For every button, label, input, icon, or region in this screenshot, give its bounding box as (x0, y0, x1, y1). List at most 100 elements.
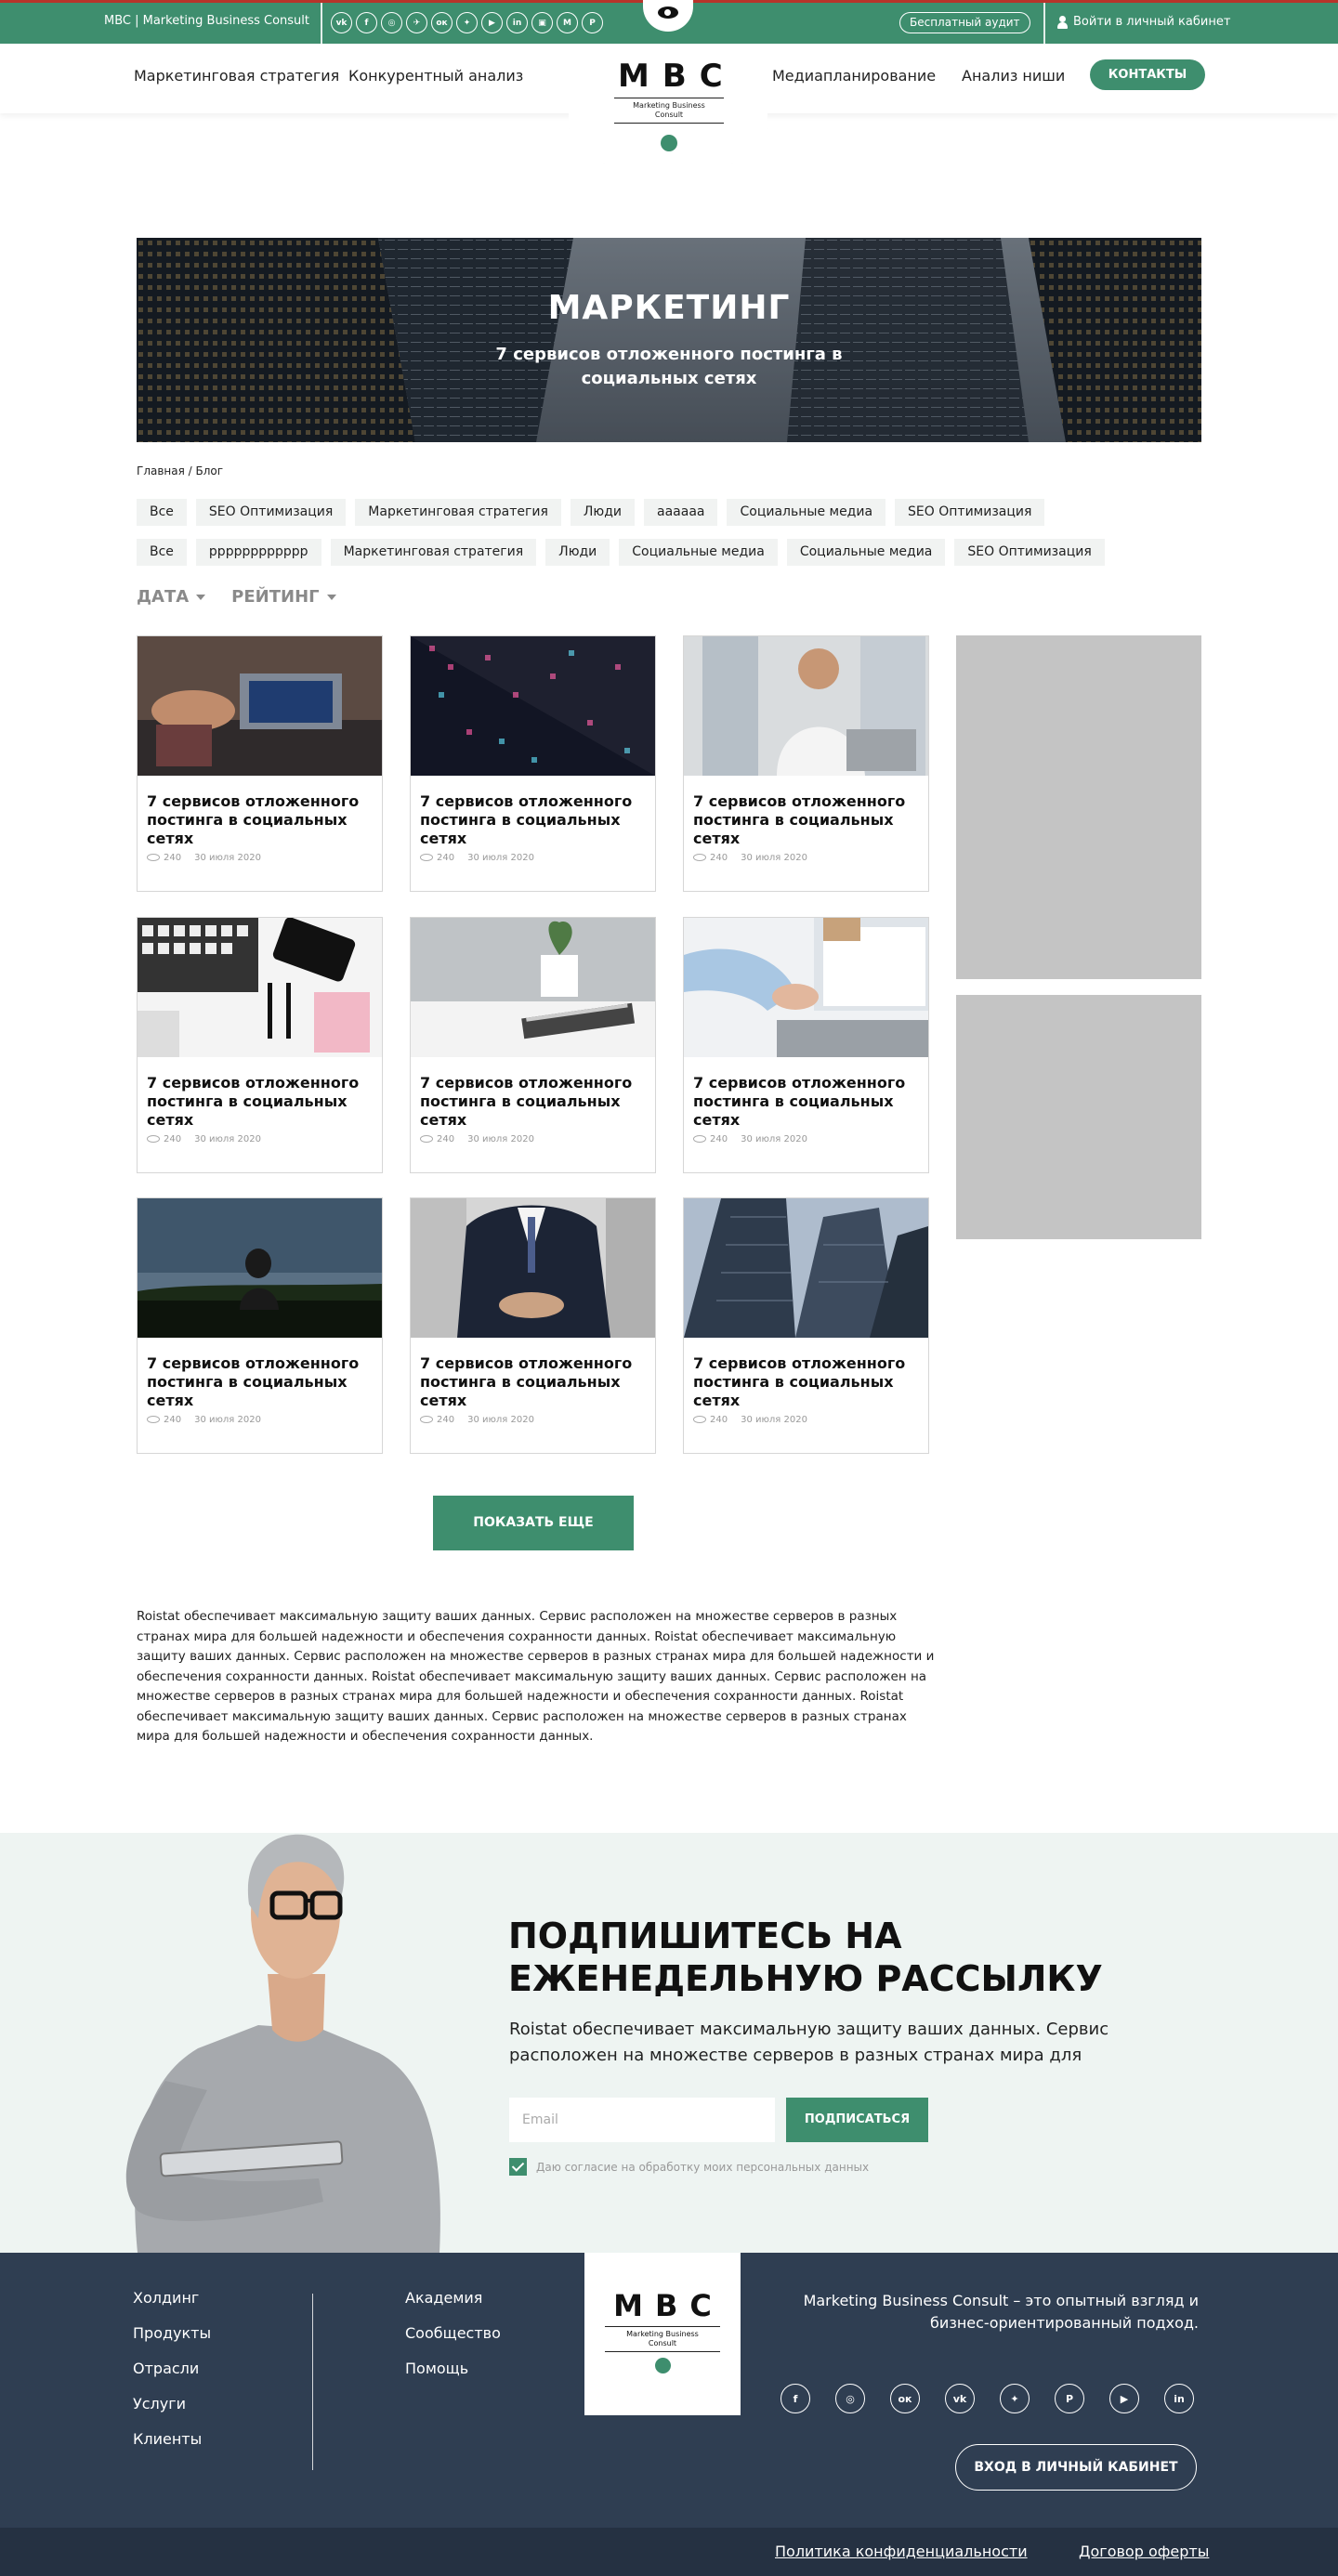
sort-date[interactable]: ДАТА (137, 587, 206, 607)
tag-chip[interactable]: Маркетинговая стратегия (355, 499, 561, 526)
article-card[interactable]: 7 сервисов отложенного постинга в социал… (683, 1197, 929, 1454)
nav-item-niche[interactable]: Анализ ниши (962, 67, 1065, 85)
article-image[interactable] (684, 636, 928, 776)
tg-icon[interactable]: ✈ (406, 12, 427, 33)
footer-link[interactable]: Академия (405, 2281, 501, 2316)
instagram-icon[interactable]: ◎ (835, 2384, 865, 2413)
article-image[interactable] (411, 1198, 655, 1338)
ad-banner-1[interactable] (956, 635, 1201, 979)
footer-link[interactable]: Клиенты (133, 2422, 211, 2457)
cabinet-login-button[interactable]: ВХОД В ЛИЧНЫЙ КАБИНЕТ (955, 2444, 1197, 2491)
consent-checkbox[interactable]: Даю согласие на обработку моих персональ… (509, 2158, 869, 2176)
article-card[interactable]: 7 сервисов отложенного постинга в социал… (683, 917, 929, 1173)
divider (1043, 3, 1045, 44)
article-image[interactable] (411, 918, 655, 1057)
ad-banner-2[interactable] (956, 995, 1201, 1239)
offer-agreement-link[interactable]: Договор оферты (1079, 2543, 1209, 2560)
footer-link[interactable]: Отрасли (133, 2351, 211, 2386)
tag-chip[interactable]: SEO Оптимизация (895, 499, 1045, 526)
footer-logo[interactable]: MBC Marketing Business Consult (584, 2253, 741, 2415)
sort-rating[interactable]: РЕЙТИНГ (231, 587, 336, 607)
article-title[interactable]: 7 сервисов отложенного постинга в социал… (693, 1354, 916, 1410)
tag-chip[interactable]: Люди (545, 539, 610, 566)
pn-icon[interactable]: P (582, 12, 603, 33)
show-more-button[interactable]: ПОКАЗАТЬ ЕЩЕ (433, 1496, 634, 1550)
youtube-icon[interactable]: ▶ (1109, 2384, 1139, 2413)
nav-item-competitor[interactable]: Конкурентный анализ (348, 67, 523, 85)
tag-chip[interactable]: SEO Оптимизация (195, 499, 347, 526)
article-title[interactable]: 7 сервисов отложенного постинга в социал… (420, 1354, 643, 1410)
footer-link[interactable]: Помощь (405, 2351, 501, 2386)
article-card[interactable]: 7 сервисов отложенного постинга в социал… (137, 917, 383, 1173)
article-title[interactable]: 7 сервисов отложенного постинга в социал… (147, 792, 370, 848)
article-title[interactable]: 7 сервисов отложенного постинга в социал… (420, 1074, 643, 1130)
tag-chip[interactable]: аааааа (644, 499, 718, 526)
ms-icon[interactable]: ▣ (531, 12, 553, 33)
linkedin-icon[interactable]: in (1164, 2384, 1194, 2413)
login-link[interactable]: Войти в личный кабинет (1057, 15, 1230, 29)
article-title[interactable]: 7 сервисов отложенного постинга в социал… (693, 1074, 916, 1130)
facebook-icon[interactable]: f (780, 2384, 810, 2413)
free-audit-button[interactable]: Бесплатный аудит (899, 12, 1030, 33)
contacts-button[interactable]: КОНТАКТЫ (1090, 59, 1205, 90)
breadcrumb[interactable]: Главная / Блог (137, 464, 223, 477)
article-card[interactable]: 7 сервисов отложенного постинга в социал… (410, 635, 656, 892)
tag-chip[interactable]: Социальные медиа (619, 539, 778, 566)
article-meta: 240 30 июля 2020 (693, 1134, 807, 1144)
tag-chip[interactable]: Люди (570, 499, 635, 526)
subscribe-button[interactable]: ПОДПИСАТЬСЯ (786, 2098, 928, 2142)
footer-link[interactable]: Холдинг (133, 2281, 211, 2316)
views-value: 240 (437, 853, 455, 863)
article-image[interactable] (684, 1198, 928, 1338)
yt-icon[interactable]: ▶ (481, 12, 503, 33)
article-image[interactable] (684, 918, 928, 1057)
footer-link[interactable]: Продукты (133, 2316, 211, 2351)
tag-filter-row-2: Все рррррррррррр Маркетинговая стратегия Лю… (137, 539, 1214, 566)
footer-link[interactable]: Услуги (133, 2386, 211, 2422)
article-image[interactable] (138, 636, 382, 776)
tag-chip[interactable]: Все (137, 499, 187, 526)
privacy-policy-link[interactable]: Политика конфиденциальности (775, 2543, 1028, 2560)
tag-chip[interactable]: SEO Оптимизация (954, 539, 1105, 566)
article-title[interactable]: 7 сервисов отложенного постинга в социал… (147, 1074, 370, 1130)
pinterest-icon[interactable]: P (1055, 2384, 1084, 2413)
article-image[interactable] (138, 918, 382, 1057)
article-date: 30 июля 2020 (194, 1415, 261, 1425)
nav-item-mediaplanning[interactable]: Медиапланирование (772, 67, 936, 85)
article-image[interactable] (138, 1198, 382, 1338)
ok-icon[interactable]: ок (431, 12, 453, 33)
tag-chip[interactable]: Маркетинговая стратегия (330, 539, 537, 566)
tw-icon[interactable]: ✦ (456, 12, 478, 33)
footer-link[interactable]: Сообщество (405, 2316, 501, 2351)
odnoklassniki-icon[interactable]: ок (890, 2384, 920, 2413)
tag-chip[interactable]: рррррррррррр (195, 539, 321, 566)
nav-item-strategy[interactable]: Маркетинговая стратегия (134, 67, 339, 85)
email-input[interactable]: Email (509, 2098, 775, 2142)
article-card[interactable]: 7 сервисов отложенного постинга в социал… (410, 1197, 656, 1454)
article-title[interactable]: 7 сервисов отложенного постинга в социал… (147, 1354, 370, 1410)
twitter-icon[interactable]: ✦ (1000, 2384, 1030, 2413)
article-meta: 240 30 июля 2020 (147, 1134, 261, 1144)
article-meta: 240 30 июля 2020 (693, 1415, 807, 1425)
tag-chip[interactable]: Социальные медиа (727, 499, 886, 526)
vk-icon[interactable]: vk (945, 2384, 975, 2413)
logo-mark: MBC (618, 58, 736, 95)
logo-sub1: Marketing Business (626, 2330, 699, 2338)
article-title[interactable]: 7 сервисов отложенного постинга в социал… (693, 792, 916, 848)
ig-icon[interactable]: ◎ (381, 12, 402, 33)
mm-icon[interactable]: M (557, 12, 578, 33)
in-icon[interactable]: in (506, 12, 528, 33)
fb-icon[interactable]: f (356, 12, 377, 33)
checkbox-checked-icon[interactable] (509, 2158, 527, 2176)
vk-icon[interactable]: vk (331, 12, 352, 33)
tag-chip[interactable]: Все (137, 539, 187, 566)
tag-chip[interactable]: Социальные медиа (786, 539, 946, 566)
article-card[interactable]: 7 сервисов отложенного постинга в социал… (683, 635, 929, 892)
article-card[interactable]: 7 сервисов отложенного постинга в социал… (137, 1197, 383, 1454)
article-card[interactable]: 7 сервисов отложенного постинга в социал… (137, 635, 383, 892)
article-title[interactable]: 7 сервисов отложенного постинга в социал… (420, 792, 643, 848)
site-logo[interactable]: MBC Marketing Business Consult (605, 58, 733, 151)
article-card[interactable]: 7 сервисов отложенного постинга в социал… (410, 917, 656, 1173)
views-value: 240 (710, 1415, 728, 1425)
article-image[interactable] (411, 636, 655, 776)
